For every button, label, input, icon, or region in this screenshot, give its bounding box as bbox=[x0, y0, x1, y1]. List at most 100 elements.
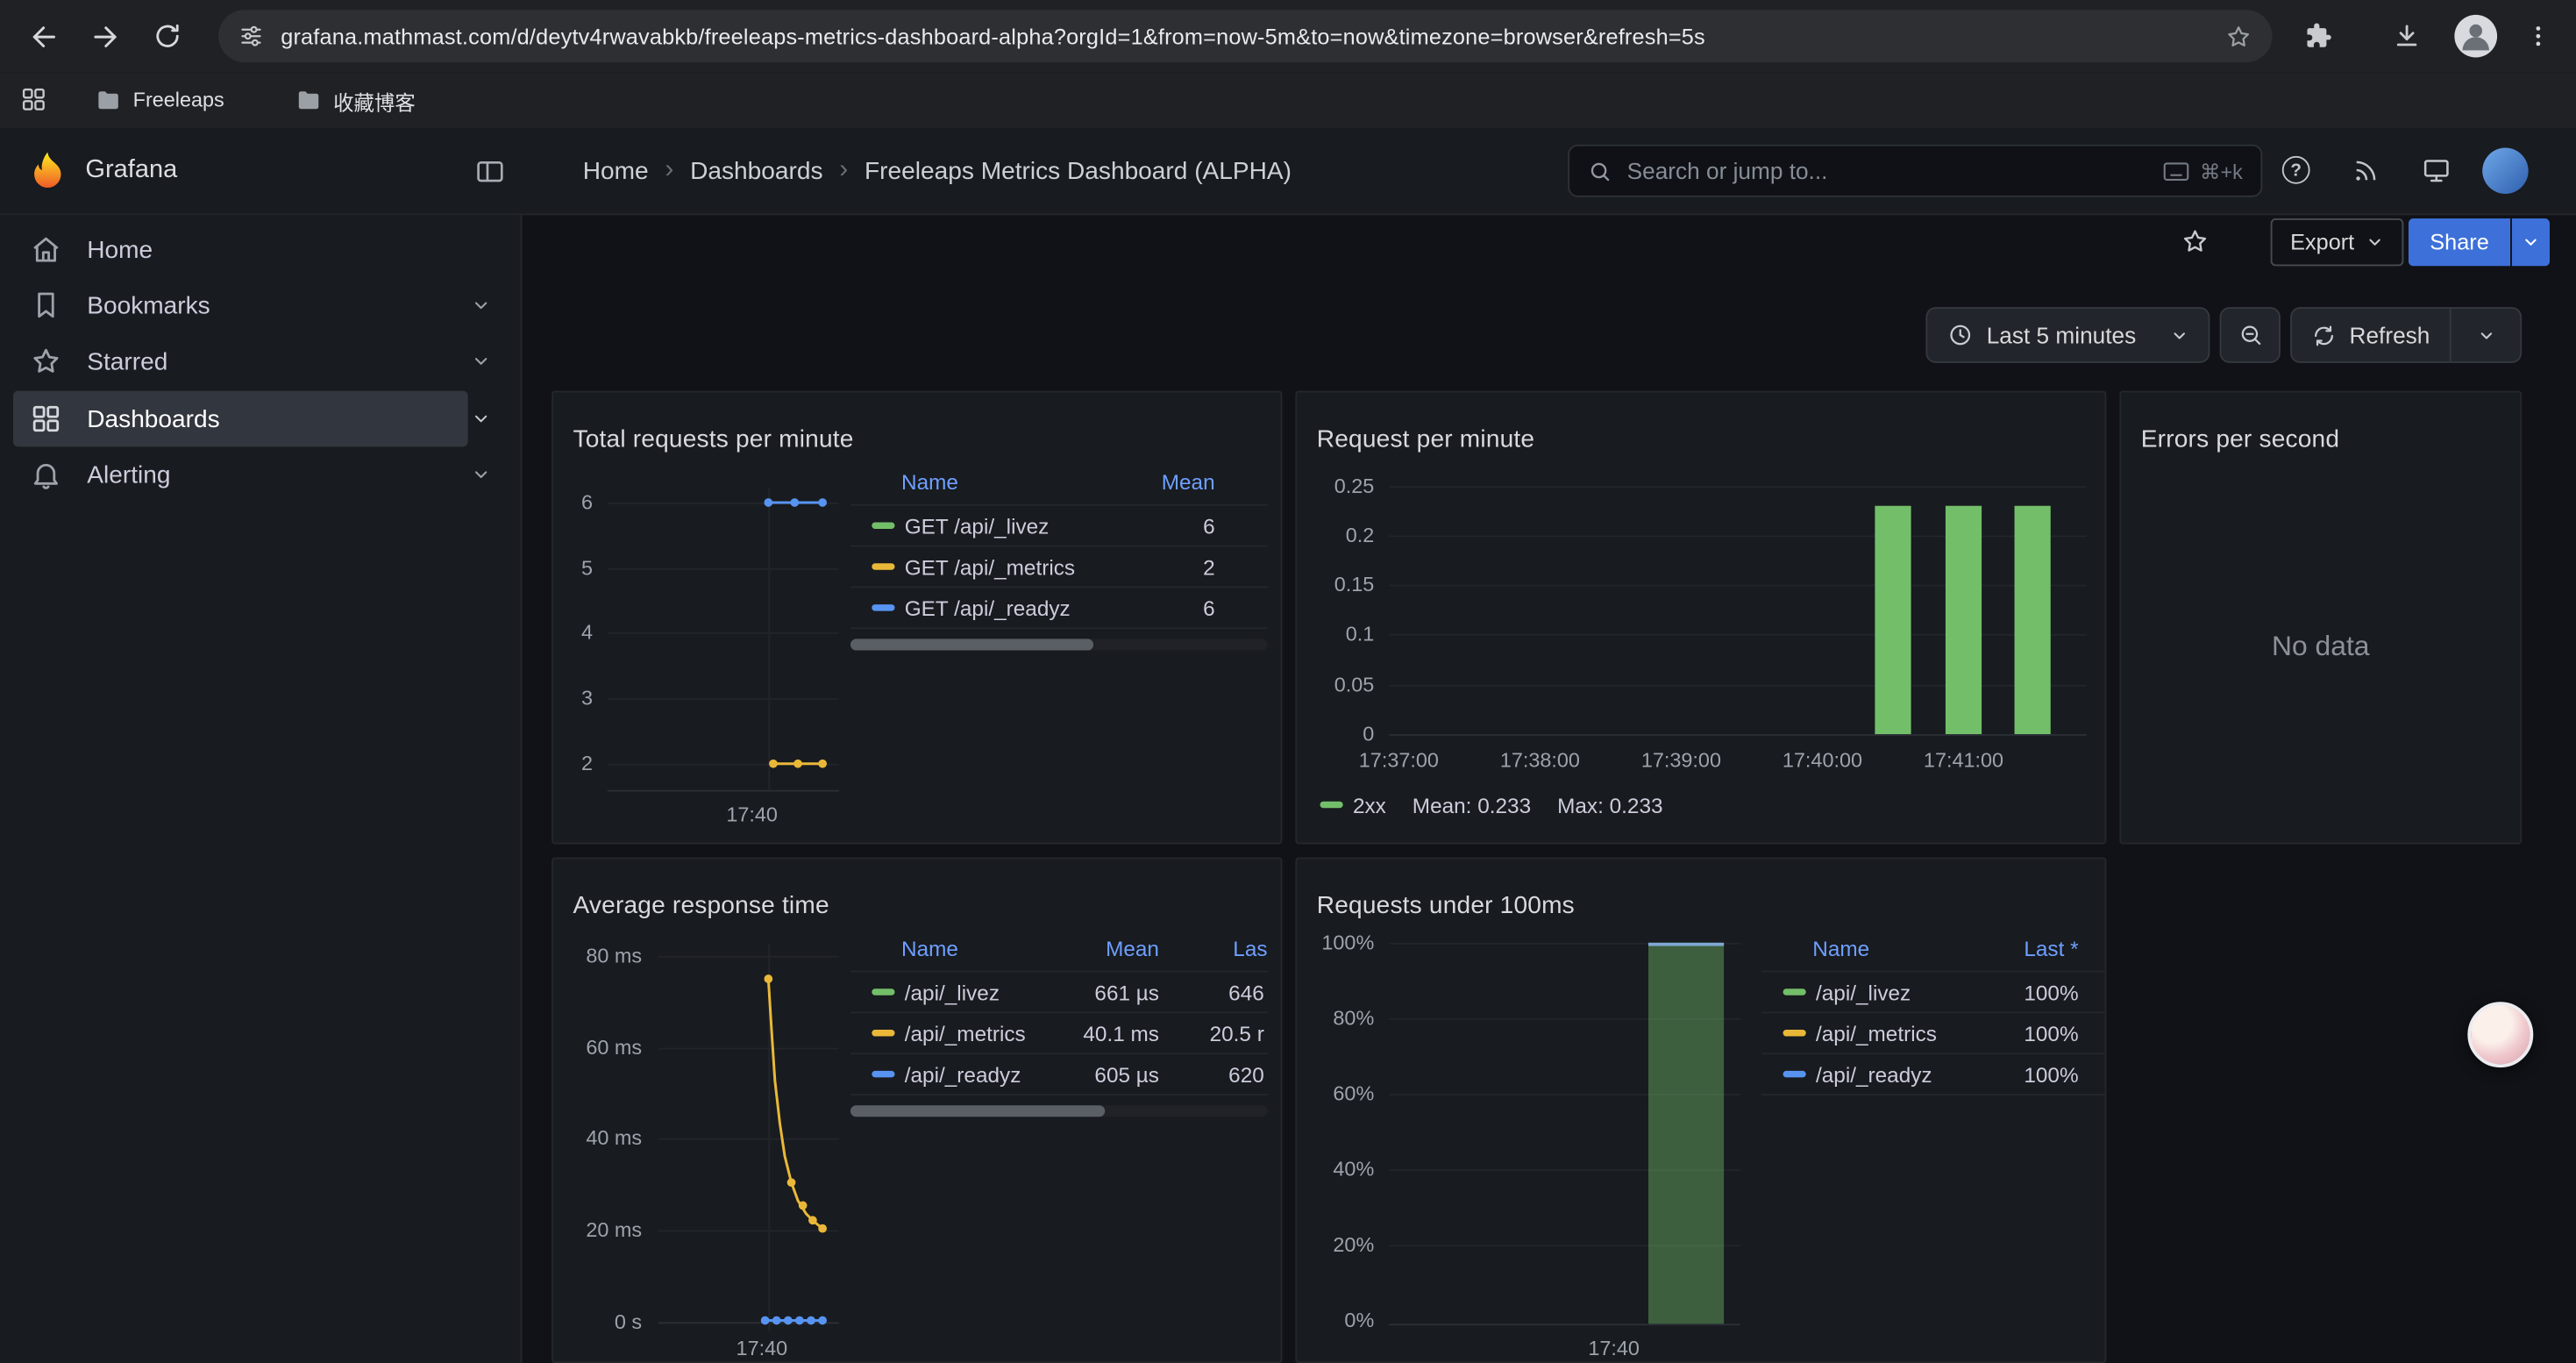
series-swatch-green bbox=[872, 988, 894, 995]
panel-total-requests-per-minute: Total requests per minute 6 5 4 3 2 17:4… bbox=[551, 391, 1282, 845]
screen: grafana.mathmast.com/d/deytv4rwavabkb/fr… bbox=[0, 0, 2576, 1363]
legend-scrollbar[interactable] bbox=[850, 639, 1268, 650]
legend-series-name[interactable]: /api/_livez bbox=[905, 980, 1000, 1004]
bookmark-star-icon[interactable] bbox=[2224, 22, 2252, 50]
panel-title[interactable]: Total requests per minute bbox=[573, 426, 854, 454]
legend-series-name[interactable]: /api/_readyz bbox=[1816, 1062, 1932, 1087]
sidebar-item-alerting[interactable]: Alerting bbox=[0, 446, 521, 503]
legend-row: 2xx Mean: 0.233 Max: 0.233 bbox=[1320, 790, 1662, 820]
y-tick: 20% bbox=[1310, 1233, 1374, 1256]
url-text: grafana.mathmast.com/d/deytv4rwavabkb/fr… bbox=[281, 24, 2208, 48]
search-input[interactable]: Search or jump to... ⌘+k bbox=[1568, 145, 2262, 197]
export-button[interactable]: Export bbox=[2271, 218, 2404, 266]
sidebar-item-starred[interactable]: Starred bbox=[0, 333, 521, 389]
legend-last-value: 100% bbox=[2024, 1062, 2078, 1087]
breadcrumb-home[interactable]: Home bbox=[583, 157, 649, 185]
chevron-down-icon[interactable] bbox=[471, 465, 490, 484]
legend-series-name[interactable]: GET /api/_metrics bbox=[905, 554, 1075, 579]
legend-col-mean[interactable]: Mean bbox=[1162, 470, 1215, 495]
news-button[interactable] bbox=[2351, 156, 2380, 186]
address-bar[interactable]: grafana.mathmast.com/d/deytv4rwavabkb/fr… bbox=[218, 10, 2272, 62]
grafana-logo[interactable] bbox=[26, 149, 69, 192]
y-tick: 60% bbox=[1310, 1082, 1374, 1105]
browser-menu-button[interactable] bbox=[2516, 13, 2561, 59]
reload-button[interactable] bbox=[145, 13, 190, 59]
panel-title[interactable]: Requests under 100ms bbox=[1317, 893, 1575, 921]
y-tick: 0.15 bbox=[1310, 574, 1374, 596]
zoom-out-button[interactable] bbox=[2220, 307, 2281, 363]
chevron-down-icon[interactable] bbox=[471, 409, 490, 428]
apps-grid-button[interactable] bbox=[19, 85, 47, 113]
legend-last-value: 620 bbox=[1228, 1062, 1264, 1087]
legend-last-value: 20.5 r bbox=[1210, 1021, 1264, 1045]
panel-title[interactable]: Request per minute bbox=[1317, 426, 1535, 454]
chevron-down-icon[interactable] bbox=[471, 296, 490, 315]
bookmark-label: 收藏博客 bbox=[333, 84, 416, 116]
favorite-dashboard-button[interactable] bbox=[2181, 226, 2210, 256]
profile-avatar[interactable] bbox=[2454, 15, 2497, 58]
panel-title[interactable]: Average response time bbox=[573, 893, 829, 921]
legend-col-name[interactable]: Name bbox=[901, 470, 958, 495]
panel-title[interactable]: Errors per second bbox=[2141, 426, 2339, 454]
sidebar-item-label: Dashboards bbox=[87, 405, 219, 433]
bar-under-100ms bbox=[1648, 943, 1724, 1324]
legend-series-name[interactable]: /api/_metrics bbox=[905, 1021, 1026, 1045]
legend-last-value: 100% bbox=[2024, 1021, 2078, 1045]
assistant-avatar[interactable] bbox=[2467, 1002, 2533, 1067]
legend-table: Name Mean Las /api/_livez 661 µs 646 /ap… bbox=[850, 931, 1268, 1129]
legend-series-name[interactable]: GET /api/_readyz bbox=[905, 596, 1071, 620]
y-tick: 100% bbox=[1310, 931, 1374, 954]
bookmark-item-blog[interactable]: 收藏博客 bbox=[295, 81, 416, 120]
forward-button[interactable] bbox=[82, 13, 128, 59]
sidebar-item-home[interactable]: Home bbox=[0, 222, 521, 278]
legend-series-name[interactable]: 2xx bbox=[1353, 792, 1386, 817]
back-button[interactable] bbox=[19, 13, 65, 59]
refresh-button[interactable]: Refresh bbox=[2292, 309, 2450, 361]
bell-icon bbox=[30, 458, 62, 490]
legend-row: /api/_metrics 100% bbox=[1761, 1011, 2106, 1053]
legend-scrollbar-thumb[interactable] bbox=[850, 639, 1093, 650]
legend-scrollbar[interactable] bbox=[850, 1105, 1268, 1117]
breadcrumb-separator: › bbox=[665, 156, 673, 186]
folder-icon bbox=[96, 87, 122, 113]
person-icon bbox=[2454, 15, 2497, 58]
kiosk-mode-button[interactable] bbox=[2422, 156, 2451, 186]
refresh-label: Refresh bbox=[2350, 322, 2430, 348]
bar-2xx bbox=[2015, 506, 2051, 734]
legend-col-name[interactable]: Name bbox=[901, 936, 958, 960]
legend-mean-value: 6 bbox=[1203, 513, 1215, 538]
legend-last-value: 646 bbox=[1228, 980, 1264, 1004]
legend-series-name[interactable]: /api/_readyz bbox=[905, 1062, 1021, 1087]
chevron-down-icon[interactable] bbox=[471, 352, 490, 371]
breadcrumb-dashboards[interactable]: Dashboards bbox=[690, 157, 822, 185]
share-button[interactable]: Share bbox=[2409, 218, 2510, 266]
legend-scrollbar-thumb[interactable] bbox=[850, 1105, 1105, 1117]
downloads-button[interactable] bbox=[2384, 13, 2430, 59]
legend-col-last[interactable]: Last * bbox=[2024, 936, 2078, 960]
sidebar-item-label: Starred bbox=[87, 347, 167, 375]
time-range-label: Last 5 minutes bbox=[1987, 322, 2137, 348]
legend-series-name[interactable]: /api/_livez bbox=[1816, 980, 1911, 1004]
x-tick: 17:41:00 bbox=[1911, 749, 2017, 772]
help-button[interactable]: ? bbox=[2282, 156, 2310, 184]
bookmark-item-freeleaps[interactable]: Freeleaps bbox=[96, 81, 224, 120]
legend-table: Name Mean GET /api/_livez 6 GET /api/_me… bbox=[850, 465, 1268, 662]
no-data-message: No data bbox=[2121, 631, 2520, 663]
legend-row: GET /api/_livez 6 bbox=[850, 504, 1268, 546]
breadcrumb-separator: › bbox=[839, 156, 848, 186]
legend-series-name[interactable]: /api/_metrics bbox=[1816, 1021, 1937, 1045]
user-avatar[interactable] bbox=[2482, 148, 2528, 194]
time-range-picker[interactable]: Last 5 minutes bbox=[1925, 307, 2210, 363]
refresh-interval-button[interactable] bbox=[2451, 309, 2521, 361]
legend-col-mean[interactable]: Mean bbox=[1106, 936, 1159, 960]
legend-col-name[interactable]: Name bbox=[1812, 936, 1869, 960]
legend-series-name[interactable]: GET /api/_livez bbox=[905, 513, 1050, 538]
share-menu-button[interactable] bbox=[2512, 218, 2550, 266]
sidebar-item-bookmarks[interactable]: Bookmarks bbox=[0, 277, 521, 333]
extensions-button[interactable] bbox=[2295, 13, 2341, 59]
sidebar-toggle-button[interactable] bbox=[474, 156, 506, 188]
legend-col-last[interactable]: Las bbox=[1233, 936, 1267, 960]
sidebar-item-dashboards[interactable]: Dashboards bbox=[0, 391, 521, 447]
refresh-icon bbox=[2311, 323, 2336, 347]
site-settings-icon[interactable] bbox=[238, 23, 265, 49]
